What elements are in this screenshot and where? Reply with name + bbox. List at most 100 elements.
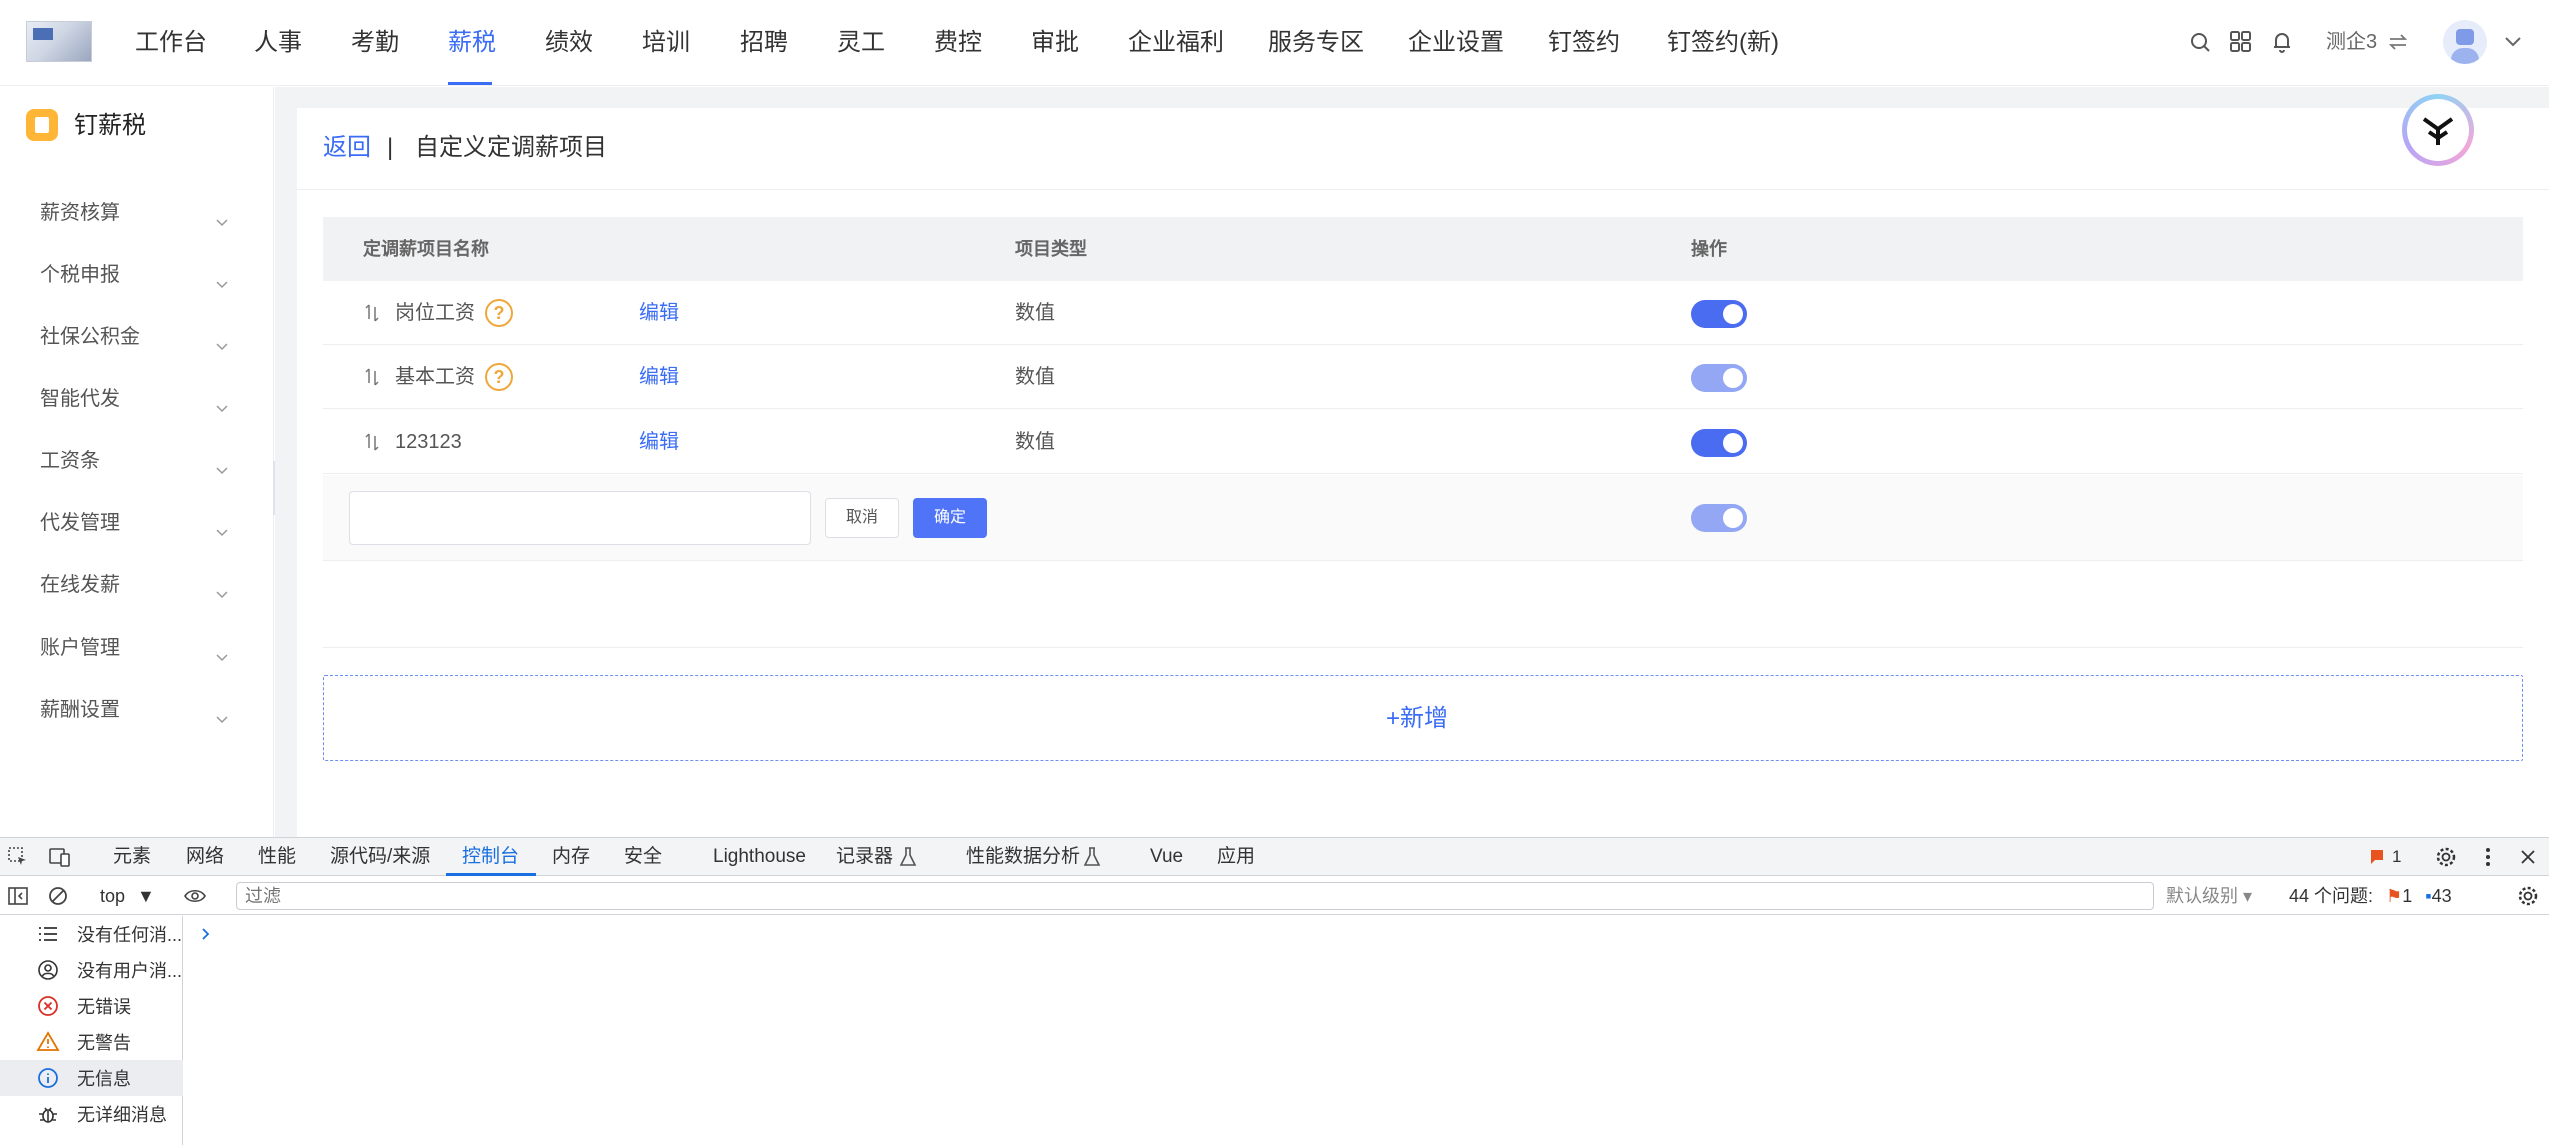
company-logo[interactable]: [26, 21, 92, 62]
add-item-button[interactable]: +新增: [323, 675, 2523, 761]
title-separator: |: [387, 134, 394, 161]
enable-toggle[interactable]: [1691, 429, 1747, 457]
devtools-tab-network[interactable]: 网络: [186, 846, 224, 868]
sidebar-item-tax-filing[interactable]: 个税申报: [40, 255, 230, 295]
drag-handle-icon[interactable]: [363, 365, 381, 389]
edit-link[interactable]: 编辑: [639, 300, 679, 326]
devtools-tab-lighthouse[interactable]: Lighthouse: [713, 846, 806, 868]
column-header-actions: 操作: [1691, 239, 1727, 259]
help-icon[interactable]: ?: [485, 363, 513, 391]
tenant-name[interactable]: 测企3: [2326, 27, 2377, 57]
nav-item-esign-new[interactable]: 钉签约(新): [1667, 26, 1779, 60]
devtools-panel: 元素 网络 性能 源代码/来源 控制台 内存 安全 Lighthouse 记录器…: [0, 837, 2549, 1145]
nav-item-esign[interactable]: 钉签约: [1548, 26, 1620, 60]
error-count-badge[interactable]: 1: [2392, 847, 2401, 867]
apps-grid-icon[interactable]: [2226, 27, 2256, 57]
chevron-down-icon[interactable]: [2498, 27, 2528, 57]
nav-item-flex-work[interactable]: 灵工: [837, 26, 885, 60]
enable-toggle[interactable]: [1691, 364, 1747, 392]
search-icon[interactable]: [2186, 28, 2216, 58]
enable-toggle[interactable]: [1691, 504, 1747, 532]
more-options-icon[interactable]: [2476, 845, 2500, 869]
bell-icon[interactable]: [2267, 27, 2297, 57]
edit-link[interactable]: 编辑: [639, 364, 679, 390]
sidebar-item-compensation-settings[interactable]: 薪酬设置: [40, 690, 230, 730]
warning-triangle-icon: [36, 1030, 60, 1054]
drag-handle-icon[interactable]: [363, 430, 381, 454]
error-flag-icon: ⚑: [2386, 886, 2403, 906]
devtools-tab-sources[interactable]: 源代码/来源: [330, 846, 430, 868]
nav-item-services[interactable]: 服务专区: [1268, 26, 1364, 60]
devtools-tab-performance[interactable]: 性能: [258, 846, 296, 868]
assistant-bot-icon[interactable]: [2402, 94, 2474, 166]
console-filter-all-messages[interactable]: 没有任何消...: [0, 916, 183, 952]
sidebar-item-accounts[interactable]: 账户管理: [40, 628, 230, 668]
item-type: 数值: [1015, 302, 1055, 324]
nav-item-recruiting[interactable]: 招聘: [740, 26, 788, 60]
edit-link[interactable]: 编辑: [639, 429, 679, 455]
settings-gear-icon[interactable]: [2434, 845, 2458, 869]
devtools-tab-memory[interactable]: 内存: [552, 846, 590, 868]
nav-item-salary-tax[interactable]: 薪税: [448, 26, 496, 60]
console-toolbar: top ▼ 默认级别 ▾ 44 个问题: ⚑1 ▪43: [0, 877, 2549, 915]
sidebar-item-smart-payout[interactable]: 智能代发: [40, 379, 230, 419]
sidebar-item-social-security[interactable]: 社保公积金: [40, 317, 230, 357]
console-filter-label: 无警告: [77, 1033, 131, 1053]
user-circle-icon: [36, 958, 60, 982]
sidebar-toggle-icon[interactable]: [6, 884, 30, 908]
close-icon[interactable]: [2516, 845, 2540, 869]
eye-icon[interactable]: [183, 884, 207, 908]
sidebar-item-label: 社保公积金: [40, 326, 140, 348]
issues-counter[interactable]: 44 个问题: ⚑1 ▪43: [2289, 886, 2452, 906]
sidebar-item-payslip[interactable]: 工资条: [40, 441, 230, 481]
console-filter-verbose[interactable]: 无详细消息: [0, 1096, 183, 1132]
back-link[interactable]: 返回: [323, 131, 371, 165]
devtools-tab-application[interactable]: 应用: [1217, 846, 1255, 868]
nav-item-workbench[interactable]: 工作台: [135, 26, 207, 60]
nav-item-performance[interactable]: 绩效: [545, 26, 593, 60]
filter-input[interactable]: [236, 882, 2154, 910]
nav-item-hr[interactable]: 人事: [254, 26, 302, 60]
devtools-tab-recorder[interactable]: 记录器: [836, 846, 893, 868]
sidebar-item-payroll[interactable]: 薪资核算: [40, 193, 230, 233]
nav-item-expense[interactable]: 费控: [934, 26, 982, 60]
item-name-input[interactable]: [349, 491, 811, 545]
console-settings-gear-icon[interactable]: [2516, 884, 2540, 908]
console-filter-user-messages[interactable]: 没有用户消...: [0, 952, 183, 988]
devtools-tab-perf-insights[interactable]: 性能数据分析: [966, 846, 1080, 868]
chevron-down-icon: [214, 452, 230, 475]
nav-item-benefits[interactable]: 企业福利: [1128, 26, 1224, 60]
devtools-tab-vue[interactable]: Vue: [1150, 846, 1183, 868]
clear-console-icon[interactable]: [46, 884, 70, 908]
switch-icon[interactable]: [2383, 27, 2413, 57]
nav-item-approval[interactable]: 审批: [1031, 26, 1079, 60]
error-circle-icon: [36, 994, 60, 1018]
log-level-select[interactable]: 默认级别 ▾: [2166, 886, 2252, 906]
console-filter-warnings[interactable]: 无警告: [0, 1024, 183, 1060]
device-toolbar-icon[interactable]: [48, 845, 72, 869]
console-prompt-chevron-icon[interactable]: [198, 926, 214, 942]
console-filter-errors[interactable]: 无错误: [0, 988, 183, 1024]
devtools-tab-security[interactable]: 安全: [624, 846, 662, 868]
nav-item-attendance[interactable]: 考勤: [351, 26, 399, 60]
chevron-down-icon: [214, 514, 230, 537]
chevron-down-icon: [214, 639, 230, 662]
drag-handle-icon[interactable]: [363, 301, 381, 325]
avatar[interactable]: [2443, 20, 2487, 64]
nav-item-training[interactable]: 培训: [642, 26, 690, 60]
context-select[interactable]: top ▼: [100, 886, 155, 906]
inspect-element-icon[interactable]: [6, 845, 30, 869]
sidebar-item-online-pay[interactable]: 在线发薪: [40, 565, 230, 605]
nav-item-company-settings[interactable]: 企业设置: [1408, 26, 1504, 60]
brand-name: 钉薪税: [74, 112, 146, 139]
sidebar-item-payout-management[interactable]: 代发管理: [40, 503, 230, 543]
devtools-tab-console[interactable]: 控制台: [462, 846, 519, 868]
console-filter-info[interactable]: 无信息: [0, 1060, 183, 1096]
sidebar-item-label: 在线发薪: [40, 574, 120, 596]
devtools-tab-elements[interactable]: 元素: [113, 846, 151, 868]
cancel-button[interactable]: 取消: [825, 498, 899, 538]
confirm-button[interactable]: 确定: [913, 498, 987, 538]
help-icon[interactable]: ?: [485, 299, 513, 327]
enable-toggle[interactable]: [1691, 300, 1747, 328]
top-navbar: 工作台 人事 考勤 薪税 绩效 培训 招聘 灵工 费控 审批 企业福利 服务专区…: [0, 0, 2549, 86]
